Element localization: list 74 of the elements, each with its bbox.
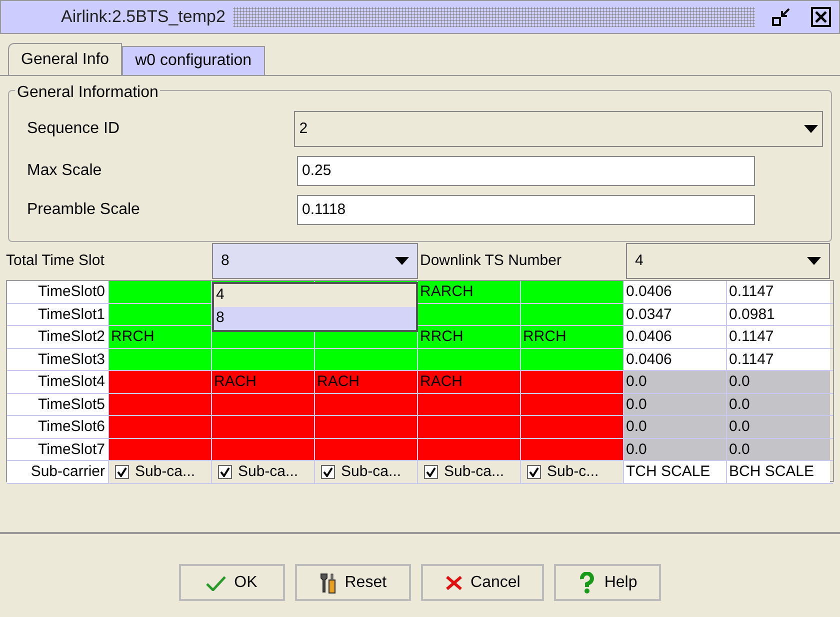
table-cell: RRCH <box>109 326 212 348</box>
table-cell: 0.0406 <box>624 348 727 370</box>
close-icon[interactable] <box>811 7 831 27</box>
table-cell: 0.0347 <box>624 304 727 325</box>
sub-carrier-checkbox[interactable]: Sub-ca... <box>418 461 521 482</box>
table-cell: 0.0406 <box>624 326 727 348</box>
question-mark-icon <box>578 572 596 594</box>
dropdown-value: 4 <box>635 250 644 271</box>
field-label: Max Scale <box>27 161 103 181</box>
table-cell: 0.1147 <box>727 281 830 302</box>
row-header: TimeSlot6 <box>7 416 109 438</box>
table-cell: RRCH <box>418 326 521 348</box>
dialog-button[interactable]: Help <box>554 564 662 601</box>
row-header: TimeSlot5 <box>7 394 109 415</box>
table-cell: 0.0406 <box>624 281 727 302</box>
table-cell: 0.1147 <box>727 326 830 348</box>
row-header: TimeSlot4 <box>7 371 109 392</box>
checkmark-icon <box>529 466 539 477</box>
input-field[interactable]: 0.1118 <box>297 195 755 225</box>
dropdown-value: 2 <box>299 118 308 139</box>
dialog-button[interactable]: Reset <box>294 564 411 601</box>
row-header: TimeSlot7 <box>7 438 109 460</box>
checkmark-icon <box>220 466 230 477</box>
table-cell: RACH <box>315 371 418 392</box>
table-cell: 0.0 <box>624 371 727 392</box>
table-cell: 0.0 <box>624 416 727 438</box>
table-cell: 0.0 <box>624 394 727 415</box>
dropdown-value: 8 <box>221 250 230 271</box>
table-cell: RACH <box>212 371 315 392</box>
table-cell: RARCH <box>418 281 521 302</box>
table-cell: 0.0 <box>727 394 830 415</box>
checkmark-icon <box>323 466 333 477</box>
input-field[interactable]: 0.25 <box>297 156 755 186</box>
dropdown-field[interactable]: 8 <box>212 243 418 279</box>
table-cell: RRCH <box>521 326 624 348</box>
tab[interactable]: w0 configuration <box>122 46 265 75</box>
row-header: TimeSlot2 <box>7 326 109 348</box>
table-cell: 0.0981 <box>727 304 830 325</box>
row-header: Sub-carrier <box>7 461 109 482</box>
column-footer: TCH SCALE <box>624 461 727 482</box>
tab[interactable]: General Info <box>8 43 122 75</box>
checkmark-icon <box>206 574 226 590</box>
table-cell: 0.0 <box>727 416 830 438</box>
table-cell: 0.0 <box>624 438 727 460</box>
table-cell: 0.0 <box>727 438 830 460</box>
table-cell: 0.0 <box>727 371 830 392</box>
sub-carrier-checkbox[interactable]: Sub-ca... <box>212 461 315 482</box>
sub-carrier-checkbox[interactable]: Sub-ca... <box>109 461 212 482</box>
sub-carrier-checkbox[interactable]: Sub-c... <box>521 461 624 482</box>
table-cell: RACH <box>418 371 521 392</box>
field-label: Downlink TS Number <box>419 250 562 271</box>
checkmark-icon <box>426 466 436 477</box>
dropdown-option[interactable]: 8 <box>214 307 416 330</box>
field-label: Sequence ID <box>27 119 121 139</box>
dialog-button[interactable]: Cancel <box>420 564 544 601</box>
tools-icon <box>318 572 337 594</box>
dropdown-field[interactable]: 4 <box>626 243 830 279</box>
table-cell: 0.1147 <box>727 348 830 370</box>
dropdown-arrow-icon <box>807 257 821 265</box>
row-header: TimeSlot3 <box>7 348 109 370</box>
window-title: Airlink:2.5BTS_temp2 <box>61 6 226 28</box>
dialog-button[interactable]: OK <box>178 564 285 601</box>
checkmark-icon <box>117 466 127 477</box>
dropdown-arrow-icon <box>804 125 818 133</box>
close-icon <box>444 574 463 590</box>
row-header: TimeSlot1 <box>7 304 109 325</box>
column-footer: BCH SCALE <box>727 461 830 482</box>
sub-carrier-checkbox[interactable]: Sub-ca... <box>315 461 418 482</box>
field-label: Total Time Slot <box>6 250 106 271</box>
row-header: TimeSlot0 <box>7 281 109 302</box>
field-label: Preamble Scale <box>27 200 141 220</box>
minimize-icon[interactable] <box>771 7 791 27</box>
dropdown-arrow-icon <box>395 257 409 265</box>
dropdown-field[interactable]: 2 <box>294 111 823 147</box>
